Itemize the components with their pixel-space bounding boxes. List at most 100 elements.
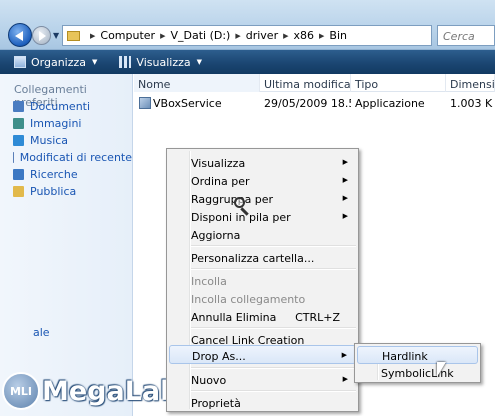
file-name-cell: VBoxService bbox=[134, 96, 260, 110]
nav-item-label: Ricerche bbox=[30, 168, 78, 181]
view-label: Visualizza bbox=[136, 55, 191, 69]
watermark-badge: MLI bbox=[2, 372, 40, 410]
breadcrumb-driver[interactable]: ▶ driver bbox=[230, 29, 278, 42]
nav-item-music[interactable]: Musica bbox=[0, 132, 132, 149]
menu-item-label: Ordina per bbox=[191, 175, 250, 188]
view-icon bbox=[119, 56, 132, 68]
menu-item-label: Personalizza cartella... bbox=[191, 252, 315, 265]
menu-item-label: Nuovo bbox=[191, 374, 227, 387]
submenu-arrow-icon: ▶ bbox=[342, 194, 348, 202]
command-toolbar: Organizza ▼ Visualizza ▼ bbox=[0, 50, 495, 74]
nav-item-label: Modificati di recente bbox=[19, 151, 132, 164]
music-icon bbox=[13, 135, 24, 146]
breadcrumb-label: Computer bbox=[100, 29, 156, 42]
submenu-item-label: Hardlink bbox=[382, 350, 428, 363]
breadcrumb-x86[interactable]: ▶ x86 bbox=[278, 29, 314, 42]
context-menu: Visualizza ▶ Ordina per ▶ Raggruppa per ▶ D… bbox=[166, 148, 359, 412]
chevron-right-icon: ▶ bbox=[160, 31, 166, 40]
menu-separator bbox=[191, 268, 356, 270]
nav-item-label: Immagini bbox=[30, 117, 82, 130]
recent-pages-dropdown-icon[interactable]: ▼ bbox=[53, 31, 59, 40]
submenu-item-symboliclink[interactable]: SymbolicLink bbox=[357, 364, 478, 382]
menu-item-shortcut: CTRL+Z bbox=[295, 311, 340, 324]
menu-item-label: Aggiorna bbox=[191, 229, 241, 242]
organize-button[interactable]: Organizza ▼ bbox=[0, 51, 105, 73]
magnifier-handle bbox=[240, 207, 249, 216]
menu-item-sort-by[interactable]: Ordina per ▶ bbox=[169, 171, 356, 190]
nav-item-documents[interactable]: Documenti bbox=[0, 98, 132, 115]
nav-item-pictures[interactable]: Immagini bbox=[0, 115, 132, 132]
menu-item-label: Visualizza bbox=[191, 157, 246, 170]
menu-item-undo-delete[interactable]: Annulla Elimina CTRL+Z bbox=[169, 307, 356, 326]
menu-item-label: Proprietà bbox=[191, 397, 241, 410]
address-bar-area: ▼ ▶ Computer ▶ V_Dati (D:) ▶ driver ▶ x86 ▶ B… bbox=[0, 0, 495, 50]
file-modified-cell: 29/05/2009 18.50 bbox=[264, 96, 351, 110]
breadcrumb-drive[interactable]: ▶ V_Dati (D:) bbox=[155, 29, 230, 42]
mouse-pointer-icon bbox=[437, 362, 446, 377]
column-headers: Nome Ultima modifica Tipo Dimensione bbox=[134, 74, 495, 92]
submenu-arrow-icon: ▶ bbox=[341, 351, 347, 359]
organize-icon bbox=[14, 56, 26, 68]
nav-item-label: Musica bbox=[30, 134, 69, 147]
nav-item-recent[interactable]: Modificati di recente bbox=[0, 149, 132, 166]
nav-item-label: Pubblica bbox=[30, 185, 77, 198]
menu-item-label: Incolla collegamento bbox=[191, 293, 306, 306]
breadcrumb-bin[interactable]: ▶ Bin bbox=[314, 29, 347, 42]
menu-item-new[interactable]: Nuovo ▶ bbox=[169, 370, 356, 389]
search-input[interactable]: Cerca bbox=[437, 25, 495, 46]
address-field[interactable]: ▶ Computer ▶ V_Dati (D:) ▶ driver ▶ x86 ▶ Bin bbox=[62, 25, 432, 46]
magnifier-cursor-icon bbox=[234, 197, 250, 217]
menu-item-paste-shortcut: Incolla collegamento bbox=[169, 289, 356, 308]
file-size-cell: 1.003 K bbox=[450, 96, 493, 110]
column-header-type[interactable]: Tipo bbox=[351, 74, 446, 92]
folder-icon bbox=[67, 30, 80, 41]
forward-button[interactable] bbox=[32, 26, 51, 45]
menu-item-refresh[interactable]: Aggiorna bbox=[169, 225, 356, 244]
favorites-heading: Collegamenti preferiti bbox=[14, 83, 87, 109]
table-row[interactable]: VBoxService 29/05/2009 18.50 Applicazion… bbox=[134, 94, 495, 112]
menu-separator bbox=[191, 245, 356, 247]
chevron-down-icon: ▼ bbox=[196, 58, 202, 66]
menu-separator bbox=[191, 327, 356, 329]
nav-item-truncated[interactable]: ale bbox=[33, 326, 50, 339]
breadcrumb-label: driver bbox=[245, 29, 279, 42]
column-header-name[interactable]: Nome bbox=[134, 74, 260, 92]
menu-item-label: Raggruppa per bbox=[191, 193, 274, 206]
back-button[interactable] bbox=[8, 23, 32, 47]
breadcrumb-computer[interactable]: ▶ Computer bbox=[85, 29, 155, 42]
documents-icon bbox=[13, 101, 24, 112]
submenu-item-hardlink[interactable]: Hardlink bbox=[357, 346, 478, 364]
chevron-right-icon: ▶ bbox=[90, 31, 96, 40]
submenu-arrow-icon: ▶ bbox=[342, 176, 348, 184]
file-type-cell: Applicazione bbox=[355, 96, 425, 110]
breadcrumb-label: Bin bbox=[329, 29, 347, 42]
menu-item-view[interactable]: Visualizza ▶ bbox=[169, 153, 356, 172]
column-header-modified[interactable]: Ultima modifica bbox=[260, 74, 351, 92]
recent-icon bbox=[13, 152, 14, 163]
drop-as-submenu: Hardlink SymbolicLink bbox=[354, 343, 481, 383]
menu-item-group-by[interactable]: Raggruppa per ▶ bbox=[169, 189, 356, 208]
magnifier-lens bbox=[234, 197, 245, 208]
menu-separator bbox=[191, 390, 356, 392]
menu-item-paste: Incolla bbox=[169, 271, 356, 290]
menu-item-properties[interactable]: Proprietà bbox=[169, 393, 356, 412]
submenu-arrow-icon: ▶ bbox=[342, 375, 348, 383]
menu-item-drop-as[interactable]: Drop As... ▶ bbox=[169, 345, 356, 364]
nav-item-public[interactable]: Pubblica bbox=[0, 183, 132, 200]
nav-item-searches[interactable]: Ricerche bbox=[0, 166, 132, 183]
submenu-arrow-icon: ▶ bbox=[342, 158, 348, 166]
column-header-size[interactable]: Dimensione bbox=[446, 74, 495, 92]
pictures-icon bbox=[13, 118, 24, 129]
executable-icon bbox=[139, 96, 151, 109]
searches-icon bbox=[13, 169, 24, 180]
menu-item-customize-folder[interactable]: Personalizza cartella... bbox=[169, 248, 356, 267]
public-folder-icon bbox=[13, 186, 24, 197]
navigation-pane: Collegamenti preferiti Documenti Immagin… bbox=[0, 74, 133, 416]
menu-item-stack-by[interactable]: Disponi in pila per ▶ bbox=[169, 207, 356, 226]
chevron-right-icon: ▶ bbox=[319, 31, 325, 40]
menu-item-label: Drop As... bbox=[192, 350, 246, 363]
breadcrumb-label: x86 bbox=[293, 29, 315, 42]
chevron-down-icon: ▼ bbox=[92, 58, 98, 66]
view-button[interactable]: Visualizza ▼ bbox=[105, 51, 210, 73]
chevron-right-icon: ▶ bbox=[283, 31, 289, 40]
